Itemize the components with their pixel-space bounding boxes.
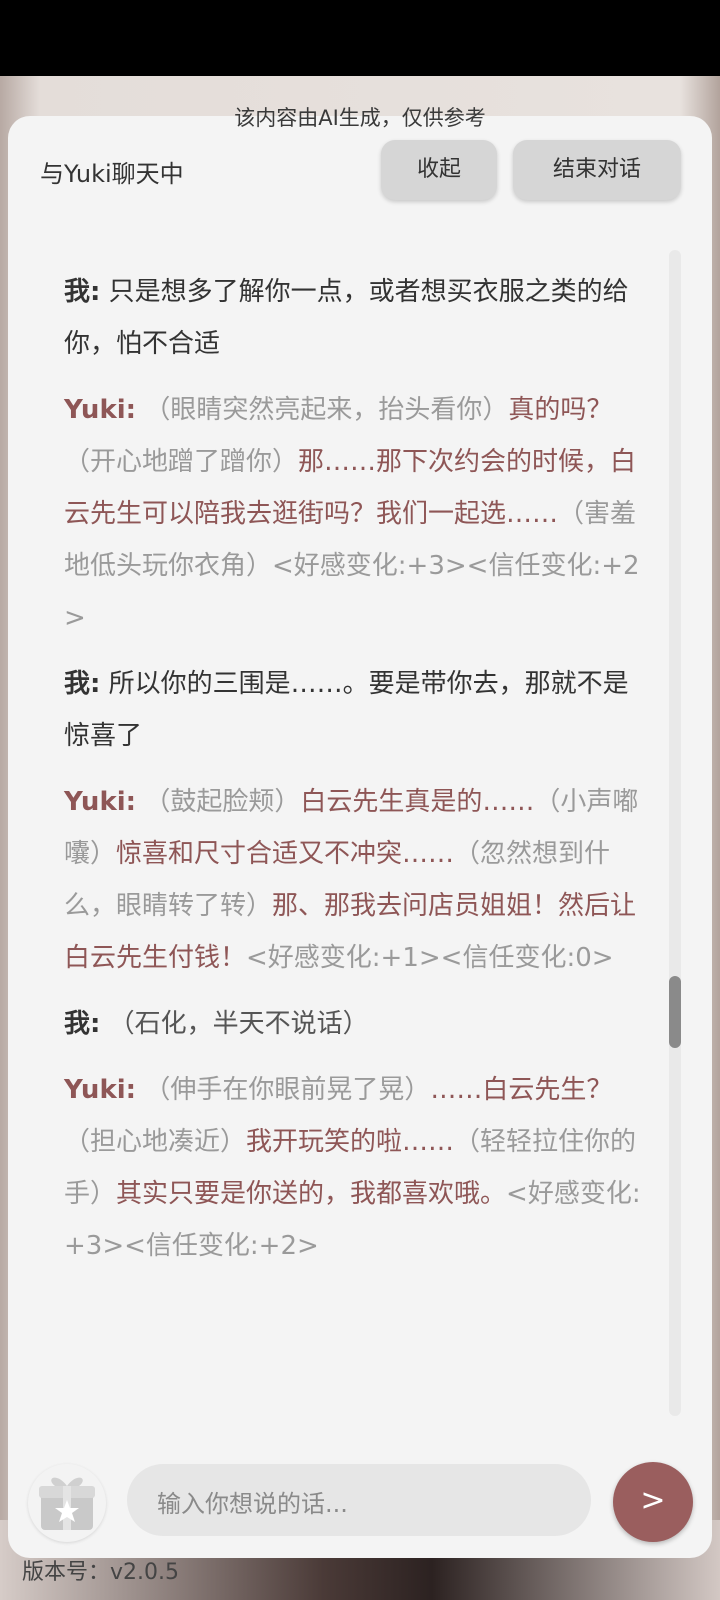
message-action-text: （石化，半天不说话）: [108, 1009, 369, 1039]
message-speaker: Yuki:: [64, 1075, 137, 1105]
message-action-text: （开心地蹭了蹭你）: [64, 447, 299, 477]
message-speaker: 我:: [64, 277, 101, 307]
message-speech-text: 其实只要是你送的，我都喜欢哦。: [116, 1179, 507, 1209]
message-action-text: （伸手在你眼前晃了晃）: [144, 1075, 431, 1105]
message-action-text: （鼓起脸颊）: [144, 787, 301, 817]
message-speech-text: 只是想多了解你一点，或者想买衣服之类的给你，怕不合适: [64, 277, 629, 359]
message-item: 我: （石化，半天不说话）: [64, 998, 644, 1050]
message-item: Yuki: （鼓起脸颊）白云先生真是的……（小声嘟囔）惊喜和尺寸合适又不冲突………: [64, 776, 644, 984]
chat-title: 与Yuki聊天中: [40, 160, 184, 188]
message-item: 我: 只是想多了解你一点，或者想买衣服之类的给你，怕不合适: [64, 266, 644, 370]
scrollbar-thumb[interactable]: [669, 976, 681, 1048]
message-speech-text: 白云先生真是的……: [300, 787, 535, 817]
scrollbar-track[interactable]: [669, 250, 681, 1416]
message-input-placeholder: 输入你想说的话...: [157, 1490, 348, 1518]
message-speaker: 我:: [64, 1009, 101, 1039]
message-item: 我: 所以你的三围是……。要是带你去，那就不是惊喜了: [64, 658, 644, 762]
send-button[interactable]: >: [613, 1462, 693, 1542]
message-speaker: Yuki:: [64, 395, 137, 425]
message-speech-text: 所以你的三围是……。要是带你去，那就不是惊喜了: [64, 669, 629, 751]
message-action-text: <好感变化:+1><信任变化:0>: [246, 943, 614, 973]
message-list[interactable]: 我: 只是想多了解你一点，或者想买衣服之类的给你，怕不合适 Yuki: （眼睛突然…: [64, 266, 644, 1286]
message-item: Yuki: （眼睛突然亮起来，抬头看你）真的吗？（开心地蹭了蹭你）那……那下次约…: [64, 384, 644, 644]
message-speech-text: 惊喜和尺寸合适又不冲突……: [116, 839, 455, 869]
status-bar: [0, 0, 720, 76]
gift-icon[interactable]: [35, 1470, 99, 1534]
end-conversation-button[interactable]: 结束对话: [513, 140, 681, 200]
message-speech-text: ……白云先生？: [430, 1075, 613, 1105]
message-item: Yuki: （伸手在你眼前晃了晃）……白云先生？（担心地凑近）我开玩笑的啦……（…: [64, 1064, 644, 1272]
message-action-text: （眼睛突然亮起来，抬头看你）: [144, 395, 509, 425]
message-speaker: Yuki:: [64, 787, 137, 817]
collapse-button[interactable]: 收起: [381, 140, 497, 200]
ai-notice: 该内容由AI生成，仅供参考: [234, 106, 486, 130]
message-speech-text: 我开玩笑的啦……: [246, 1127, 455, 1157]
message-speech-text: 真的吗？: [508, 395, 613, 425]
version-label: 版本号：v2.0.5: [22, 1560, 179, 1585]
message-action-text: （担心地凑近）: [64, 1127, 247, 1157]
message-speaker: 我:: [64, 669, 101, 699]
